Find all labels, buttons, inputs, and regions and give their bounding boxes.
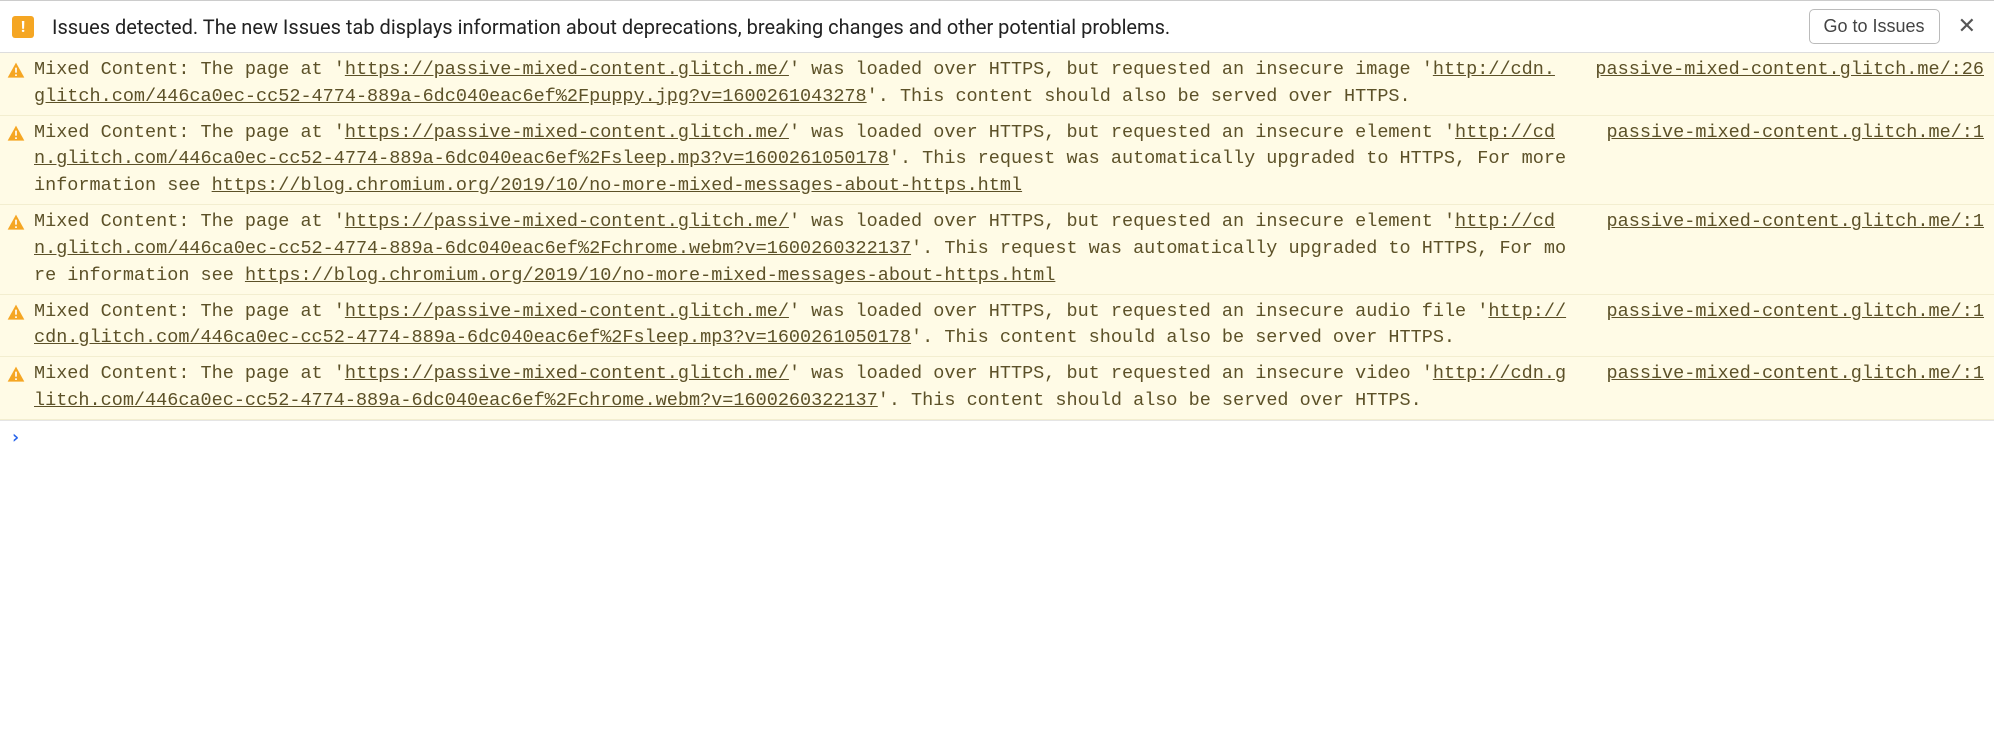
- go-to-issues-button[interactable]: Go to Issues: [1809, 9, 1940, 44]
- msg-text: ' was loaded over HTTPS, but requested a…: [789, 122, 1455, 143]
- page-url-link[interactable]: https://passive-mixed-content.glitch.me/: [345, 122, 789, 143]
- warning-triangle-icon: [6, 303, 26, 323]
- console-input-prompt[interactable]: ›: [0, 420, 1994, 454]
- msg-text: '. This content should also be served ov…: [867, 86, 1411, 107]
- info-url-link[interactable]: https://blog.chromium.org/2019/10/no-mor…: [212, 175, 1022, 196]
- source-link[interactable]: passive-mixed-content.glitch.me/:26: [1595, 57, 1984, 84]
- page-url-link[interactable]: https://passive-mixed-content.glitch.me/: [345, 363, 789, 384]
- page-url-link[interactable]: https://passive-mixed-content.glitch.me/: [345, 301, 789, 322]
- issues-icon: [12, 16, 34, 38]
- source-link[interactable]: passive-mixed-content.glitch.me/:1: [1607, 209, 1984, 236]
- msg-text: ' was loaded over HTTPS, but requested a…: [789, 301, 1488, 322]
- issues-bar: Issues detected. The new Issues tab disp…: [0, 0, 1994, 53]
- msg-text: ' was loaded over HTTPS, but requested a…: [789, 363, 1433, 384]
- warning-triangle-icon: [6, 365, 26, 385]
- msg-text: Mixed Content: The page at ': [34, 122, 345, 143]
- source-link[interactable]: passive-mixed-content.glitch.me/:1: [1607, 299, 1984, 326]
- page-url-link[interactable]: https://passive-mixed-content.glitch.me/: [345, 59, 789, 80]
- msg-text: Mixed Content: The page at ': [34, 59, 345, 80]
- console-warning-row: Mixed Content: The page at 'https://pass…: [0, 357, 1994, 420]
- console-warning-row: Mixed Content: The page at 'https://pass…: [0, 295, 1994, 358]
- console-message-body: Mixed Content: The page at 'https://pass…: [34, 57, 1575, 111]
- page-url-link[interactable]: https://passive-mixed-content.glitch.me/: [345, 211, 789, 232]
- msg-text: '. This content should also be served ov…: [911, 327, 1455, 348]
- close-icon[interactable]: ✕: [1952, 16, 1982, 38]
- warning-triangle-icon: [6, 124, 26, 144]
- console-log-area: Mixed Content: The page at 'https://pass…: [0, 53, 1994, 420]
- console-message-body: Mixed Content: The page at 'https://pass…: [34, 209, 1587, 289]
- msg-text: Mixed Content: The page at ': [34, 211, 345, 232]
- warning-triangle-icon: [6, 61, 26, 81]
- source-link[interactable]: passive-mixed-content.glitch.me/:1: [1607, 120, 1984, 147]
- msg-text: ' was loaded over HTTPS, but requested a…: [789, 59, 1433, 80]
- console-warning-row: Mixed Content: The page at 'https://pass…: [0, 53, 1994, 116]
- source-link[interactable]: passive-mixed-content.glitch.me/:1: [1607, 361, 1984, 388]
- warning-triangle-icon: [6, 213, 26, 233]
- msg-text: Mixed Content: The page at ': [34, 363, 345, 384]
- prompt-chevron-icon: ›: [10, 427, 21, 448]
- console-warning-row: Mixed Content: The page at 'https://pass…: [0, 205, 1994, 294]
- console-warning-row: Mixed Content: The page at 'https://pass…: [0, 116, 1994, 205]
- issues-message: Issues detected. The new Issues tab disp…: [46, 15, 1797, 39]
- info-url-link[interactable]: https://blog.chromium.org/2019/10/no-mor…: [245, 265, 1055, 286]
- msg-text: Mixed Content: The page at ': [34, 301, 345, 322]
- msg-text: ' was loaded over HTTPS, but requested a…: [789, 211, 1455, 232]
- console-message-body: Mixed Content: The page at 'https://pass…: [34, 299, 1587, 353]
- msg-text: '. This content should also be served ov…: [878, 390, 1422, 411]
- console-message-body: Mixed Content: The page at 'https://pass…: [34, 361, 1587, 415]
- console-message-body: Mixed Content: The page at 'https://pass…: [34, 120, 1587, 200]
